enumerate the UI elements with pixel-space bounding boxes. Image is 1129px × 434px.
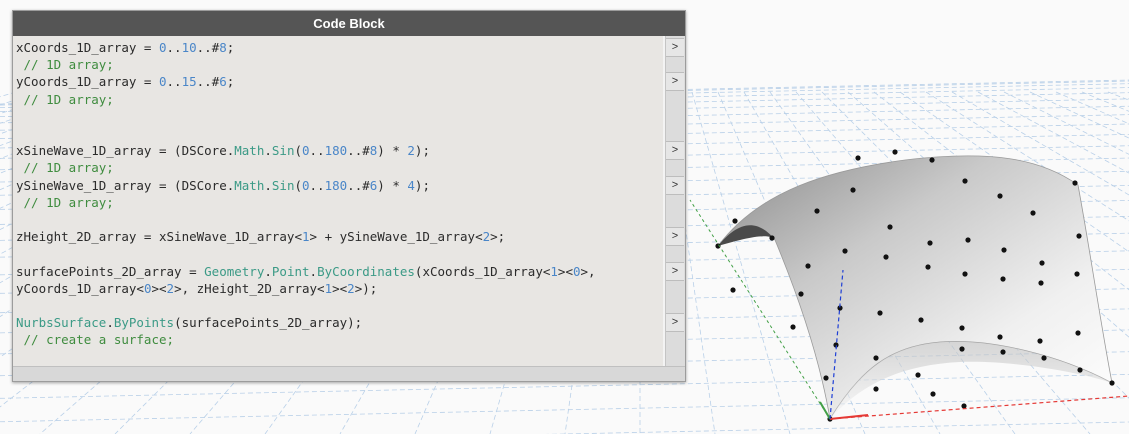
- surface-point: [887, 224, 893, 230]
- code-block-title[interactable]: Code Block: [13, 11, 685, 36]
- surface-point: [1001, 247, 1007, 253]
- surface-point: [1075, 330, 1081, 336]
- surface-point: [962, 178, 968, 184]
- surface-point: [930, 391, 936, 397]
- surface-point: [1076, 233, 1082, 239]
- surface-point: [1109, 380, 1115, 386]
- code-editor[interactable]: xCoords_1D_array = 0..10..#8; // 1D arra…: [13, 36, 663, 366]
- surface-point: [805, 263, 811, 269]
- surface-point: [842, 248, 848, 254]
- surface-point: [1072, 180, 1078, 186]
- surface-point: [929, 157, 935, 163]
- code-line: xSineWave_1D_array = (DSCore.Math.Sin(0.…: [16, 143, 430, 159]
- code-line: xCoords_1D_array = 0..10..#8;: [16, 40, 235, 55]
- output-port[interactable]: >: [666, 141, 684, 161]
- surface-point: [959, 325, 965, 331]
- grid-line: [545, 421, 1129, 434]
- x-axis-solid: [829, 414, 869, 420]
- surface-point: [1074, 271, 1080, 277]
- code-block-footer: [13, 366, 685, 381]
- code-line: yCoords_1D_array = 0..15..#6;: [16, 74, 235, 90]
- surface-point: [823, 375, 829, 381]
- surface-point: [883, 254, 889, 260]
- surface-point: [997, 193, 1003, 199]
- surface-point: [997, 334, 1003, 340]
- surface-point: [1041, 355, 1047, 361]
- output-port[interactable]: >: [666, 175, 684, 195]
- code-line: yCoords_1D_array<0><2>, zHeight_2D_array…: [16, 280, 378, 296]
- surface-point: [798, 291, 804, 297]
- surface-point: [1038, 280, 1044, 286]
- code-line: zHeight_2D_array = xSineWave_1D_array<1>…: [16, 229, 506, 245]
- surface-point: [962, 271, 968, 277]
- code-line: NurbsSurface.ByPoints(surfacePoints_2D_a…: [16, 315, 363, 331]
- x-axis: [829, 395, 1129, 420]
- code-line: // 1D array;: [16, 160, 114, 176]
- surface-point: [769, 235, 775, 241]
- surface-point: [961, 403, 967, 409]
- code-line: // create a surface;: [16, 332, 175, 348]
- surface-point: [732, 218, 738, 224]
- surface-point: [959, 346, 965, 352]
- surface-point: [1000, 276, 1006, 282]
- surface-point: [850, 187, 856, 193]
- code-line: surfacePoints_2D_array = Geometry.Point.…: [16, 263, 596, 279]
- code-line: ySineWave_1D_array = (DSCore.Math.Sin(0.…: [16, 177, 430, 193]
- surface-point: [927, 240, 933, 246]
- surface-point: [892, 149, 898, 155]
- output-port[interactable]: >: [666, 261, 684, 281]
- output-port[interactable]: >: [666, 38, 684, 57]
- surface-point: [1037, 338, 1043, 344]
- surface-point: [918, 317, 924, 323]
- output-ports: > > > > > > >: [665, 36, 685, 366]
- surface-point: [790, 324, 796, 330]
- surface-point: [925, 264, 931, 270]
- output-port[interactable]: >: [666, 227, 684, 247]
- surface-point: [915, 372, 921, 378]
- grid-line: [0, 397, 1129, 423]
- surface-point: [730, 287, 736, 293]
- surface-point: [1000, 349, 1006, 355]
- surface-point: [965, 237, 971, 243]
- output-port[interactable]: >: [666, 313, 684, 333]
- surface-point: [1077, 367, 1083, 373]
- surface-point: [855, 155, 861, 161]
- surface-point: [873, 355, 879, 361]
- surface-point: [877, 310, 883, 316]
- code-line: // 1D array;: [16, 91, 114, 107]
- nurbs-surface: [717, 155, 1113, 421]
- code-line: // 1D array;: [16, 194, 114, 210]
- surface-point: [814, 208, 820, 214]
- surface-point: [1039, 260, 1045, 266]
- output-port[interactable]: >: [666, 72, 684, 92]
- surface-point: [873, 386, 879, 392]
- code-line: // 1D array;: [16, 57, 114, 73]
- surface-point: [1030, 210, 1036, 216]
- code-block-node[interactable]: Code Block xCoords_1D_array = 0..10..#8;…: [12, 10, 686, 382]
